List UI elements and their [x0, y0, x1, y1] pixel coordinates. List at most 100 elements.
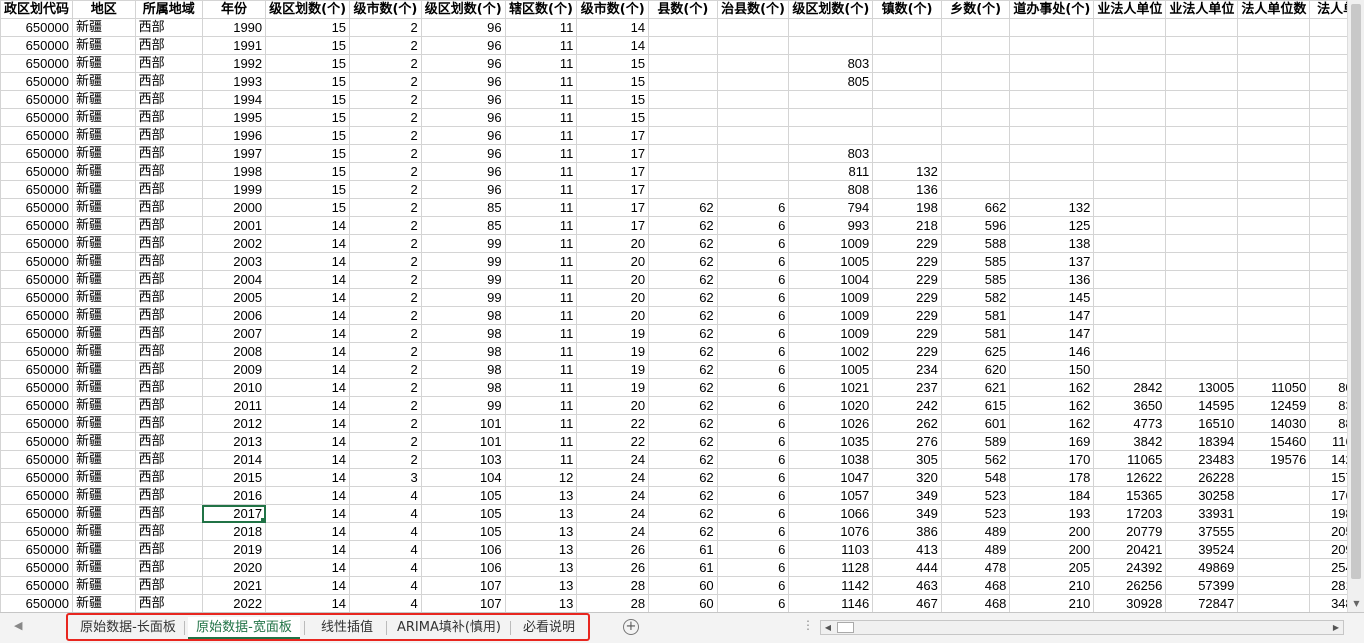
cell[interactable]: 13005	[1165, 378, 1239, 397]
cell[interactable]: 145	[1009, 288, 1095, 307]
cell[interactable]: 6	[716, 198, 790, 217]
cell[interactable]: 3	[349, 468, 422, 487]
cell[interactable]: 137	[1009, 252, 1095, 271]
cell[interactable]	[1165, 270, 1239, 289]
cell[interactable]	[648, 90, 718, 109]
tab-readme[interactable]: 必看说明	[516, 617, 582, 639]
cell[interactable]: 96	[420, 36, 506, 55]
cell[interactable]	[1237, 234, 1311, 253]
cell[interactable]: 新疆	[72, 360, 136, 379]
cell[interactable]: 15	[265, 162, 351, 181]
cell[interactable]: 96	[420, 180, 506, 199]
cell[interactable]	[940, 180, 1011, 199]
cell[interactable]	[716, 54, 790, 73]
cell[interactable]: 11	[504, 216, 578, 235]
cell[interactable]	[940, 144, 1011, 163]
cell[interactable]: 200	[1009, 540, 1095, 559]
cell[interactable]: 2	[349, 90, 422, 109]
cell[interactable]	[1237, 342, 1311, 361]
cell[interactable]: 新疆	[72, 36, 136, 55]
cell[interactable]: 2	[349, 36, 422, 55]
cell[interactable]: 15	[265, 72, 351, 91]
cell[interactable]	[1165, 360, 1239, 379]
cell[interactable]: 1066	[788, 504, 874, 523]
cell[interactable]: 650000	[0, 36, 74, 55]
cell[interactable]: 1994	[201, 90, 267, 109]
cell[interactable]: 60	[648, 576, 718, 595]
cell[interactable]: 101	[420, 414, 506, 433]
cell[interactable]: 237	[872, 378, 942, 397]
column-header[interactable]: 地区	[72, 0, 136, 19]
cell[interactable]: 2016	[201, 486, 267, 505]
cell[interactable]	[716, 36, 790, 55]
cell[interactable]: 650000	[0, 198, 74, 217]
cell[interactable]: 1004	[788, 270, 874, 289]
cell[interactable]: 162	[1009, 414, 1095, 433]
cell[interactable]	[1165, 54, 1239, 73]
cell[interactable]: 105	[420, 486, 506, 505]
cell[interactable]	[1237, 486, 1311, 505]
cell[interactable]: 20	[576, 234, 650, 253]
cell[interactable]: 2	[349, 270, 422, 289]
cell[interactable]: 14	[265, 504, 351, 523]
cell[interactable]: 147	[1009, 324, 1095, 343]
cell[interactable]: 320	[872, 468, 942, 487]
cell[interactable]	[648, 162, 718, 181]
cell[interactable]: 650000	[0, 18, 74, 37]
cell[interactable]: 229	[872, 234, 942, 253]
cell[interactable]: 14	[265, 378, 351, 397]
cell[interactable]: 西部	[134, 36, 203, 55]
cell[interactable]	[788, 126, 874, 145]
cell[interactable]: 2	[349, 378, 422, 397]
cell[interactable]: 14	[265, 288, 351, 307]
cell[interactable]: 581	[940, 324, 1011, 343]
cell[interactable]: 62	[648, 522, 718, 541]
cell[interactable]: 2019	[201, 540, 267, 559]
cell[interactable]: 581	[940, 306, 1011, 325]
cell[interactable]: 467	[872, 594, 942, 612]
cell[interactable]: 6	[716, 342, 790, 361]
cell[interactable]: 2002	[201, 234, 267, 253]
cell[interactable]: 808	[788, 180, 874, 199]
column-header[interactable]: 乡数(个)	[940, 0, 1011, 19]
cell[interactable]: 15	[265, 180, 351, 199]
cell[interactable]: 15365	[1093, 486, 1167, 505]
cell[interactable]: 99	[420, 270, 506, 289]
cell[interactable]	[1093, 288, 1167, 307]
cell[interactable]: 26	[576, 540, 650, 559]
cell[interactable]: 11	[504, 72, 578, 91]
cell[interactable]: 3842	[1093, 432, 1167, 451]
cell[interactable]	[940, 108, 1011, 127]
cell[interactable]	[1237, 522, 1311, 541]
cell[interactable]: 2001	[201, 216, 267, 235]
cell[interactable]	[648, 18, 718, 37]
cell[interactable]: 11	[504, 108, 578, 127]
cell[interactable]	[1237, 540, 1311, 559]
cell[interactable]	[1009, 126, 1095, 145]
horizontal-scroll-thumb[interactable]	[837, 622, 854, 633]
cell[interactable]: 新疆	[72, 504, 136, 523]
cell[interactable]	[940, 72, 1011, 91]
cell[interactable]	[872, 18, 942, 37]
cell[interactable]: 19	[576, 378, 650, 397]
cell[interactable]: 24392	[1093, 558, 1167, 577]
cell[interactable]: 794	[788, 198, 874, 217]
cell[interactable]: 西部	[134, 252, 203, 271]
cell[interactable]: 62	[648, 450, 718, 469]
column-header[interactable]: 年份	[201, 0, 267, 19]
cell[interactable]: 229	[872, 270, 942, 289]
cell[interactable]: 444	[872, 558, 942, 577]
cell[interactable]: 585	[940, 270, 1011, 289]
cell[interactable]: 229	[872, 252, 942, 271]
column-header[interactable]: 级区划数(个)	[420, 0, 506, 19]
cell[interactable]: 15	[265, 126, 351, 145]
cell[interactable]: 新疆	[72, 432, 136, 451]
cell[interactable]: 2	[349, 396, 422, 415]
cell[interactable]: 582	[940, 288, 1011, 307]
cell[interactable]	[1093, 324, 1167, 343]
cell[interactable]: 101	[420, 432, 506, 451]
cell[interactable]: 650000	[0, 90, 74, 109]
cell[interactable]: 11	[504, 36, 578, 55]
cell[interactable]: 2017	[201, 504, 267, 523]
cell[interactable]: 13	[504, 540, 578, 559]
